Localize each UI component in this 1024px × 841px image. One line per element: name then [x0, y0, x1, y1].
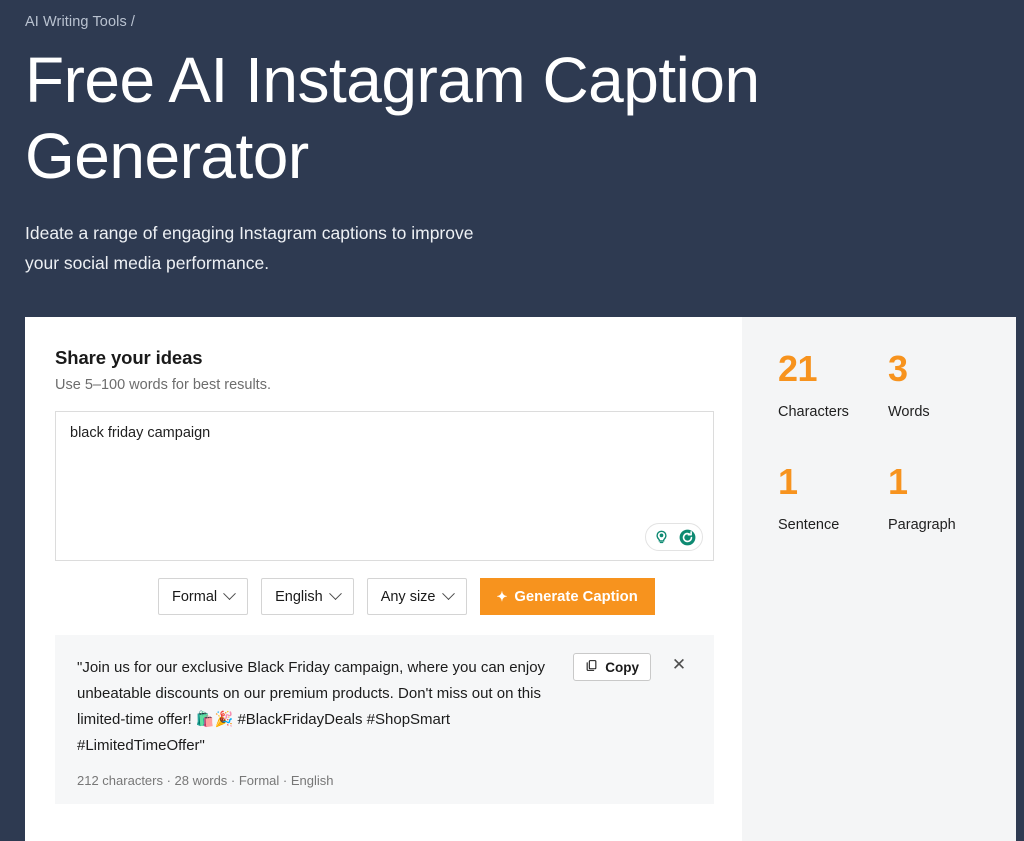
controls-row: Formal English Any size ✦ Generate Capti… [158, 578, 742, 615]
ideas-input[interactable]: black friday campaign [55, 411, 714, 561]
stat-label: Characters [778, 404, 849, 420]
stat-label: Paragraph [888, 517, 956, 533]
page-title: Free AI Instagram Caption Generator [25, 44, 760, 193]
chevron-down-icon [328, 587, 342, 601]
generate-caption-label: Generate Caption [514, 588, 638, 605]
stat-value: 3 [888, 348, 908, 389]
sparkle-icon: ✦ [496, 589, 508, 604]
stat-words: 3 Words [888, 348, 998, 421]
hero-section: AI Writing Tools / Free AI Instagram Cap… [0, 0, 1024, 279]
stat-characters: 21 Characters [778, 348, 888, 421]
stat-label: Words [888, 404, 930, 420]
tone-dropdown-label: Formal [172, 588, 218, 605]
page-subtitle: Ideate a range of engaging Instagram cap… [25, 223, 474, 274]
stat-sentence: 1 Sentence [778, 461, 888, 534]
result-text: "Join us for our exclusive Black Friday … [77, 659, 546, 754]
editor-heading: Share your ideas [55, 347, 203, 368]
stat-label: Sentence [778, 517, 840, 533]
tool-card: Share your ideas Use 5–100 words for bes… [25, 317, 1016, 841]
close-icon[interactable]: ✕ [668, 653, 690, 675]
stats-grid: 21 Characters 3 Words 1 Sentence 1 Parag… [778, 348, 1016, 534]
stat-value: 1 [888, 461, 908, 502]
refresh-icon[interactable] [676, 526, 698, 548]
editor-hint: Use 5–100 words for best results. [55, 377, 271, 393]
language-dropdown-label: English [275, 588, 323, 605]
ideas-input-value: black friday campaign [70, 425, 211, 441]
input-tool-pill [645, 523, 703, 551]
chevron-down-icon [223, 587, 236, 601]
size-dropdown-label: Any size [380, 588, 436, 605]
generate-caption-button[interactable]: ✦ Generate Caption [479, 578, 655, 615]
stats-panel: 21 Characters 3 Words 1 Sentence 1 Parag… [742, 317, 1016, 841]
chevron-down-icon [441, 587, 455, 601]
copy-icon [585, 659, 598, 675]
copy-button-label: Copy [605, 659, 639, 675]
stat-value: 1 [778, 461, 798, 502]
tone-dropdown[interactable]: Formal [158, 578, 249, 615]
stat-paragraph: 1 Paragraph [888, 461, 998, 534]
editor-panel: Share your ideas Use 5–100 words for bes… [25, 317, 742, 841]
stat-value: 21 [778, 348, 818, 389]
copy-button[interactable]: Copy [573, 653, 651, 681]
result-meta: 212 characters · 28 words · Formal · Eng… [77, 772, 334, 788]
language-dropdown[interactable]: English [261, 578, 354, 615]
page-root: AI Writing Tools / Free AI Instagram Cap… [0, 0, 1024, 841]
lightbulb-icon[interactable] [650, 526, 672, 548]
size-dropdown[interactable]: Any size [366, 578, 467, 615]
breadcrumb[interactable]: AI Writing Tools / [25, 14, 1024, 30]
result-card: "Join us for our exclusive Black Friday … [55, 635, 714, 804]
